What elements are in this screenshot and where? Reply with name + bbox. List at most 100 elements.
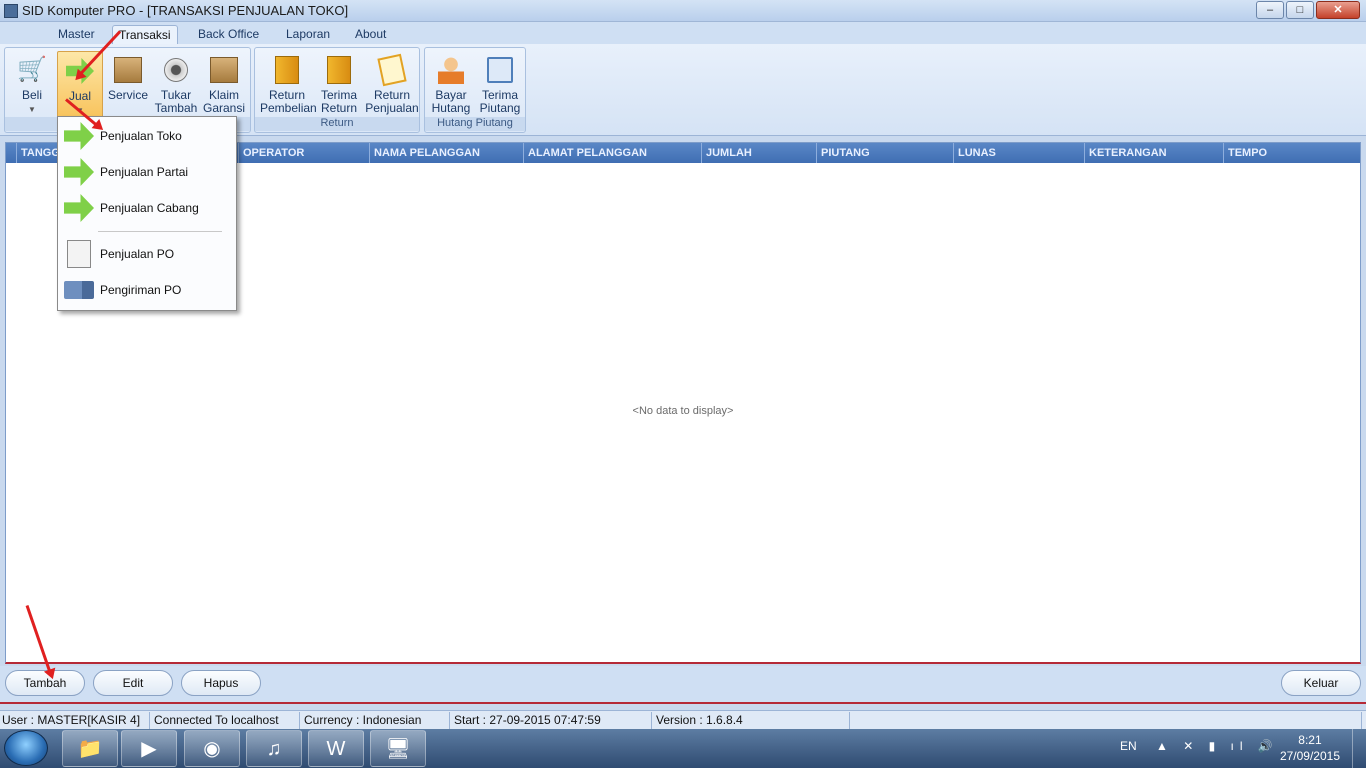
hapus-button[interactable]: Hapus (181, 670, 261, 696)
terima-return-label2: Return (320, 101, 358, 115)
terima-piutang-label2: Piutang (479, 101, 521, 115)
status-empty (852, 712, 1362, 729)
tukar-tambah-button[interactable]: Tukar Tambah (153, 51, 199, 119)
cart-icon: 🛒 (17, 56, 47, 83)
truck-icon (64, 281, 94, 299)
beli-label: Beli (21, 88, 42, 102)
menu-penjualan-toko[interactable]: Penjualan Toko (60, 119, 234, 153)
computer-icon[interactable]: 🖥 (370, 730, 426, 767)
media-player-icon[interactable]: ▶ (121, 730, 177, 767)
ribbon-group-return: Return Pembelian Terima Return Return Pe… (254, 47, 420, 133)
menu-pengiriman-po-label: Pengiriman PO (100, 283, 182, 297)
ribbon-group-label-return: Return (255, 117, 419, 131)
column-operator[interactable]: OPERATOR (238, 143, 369, 163)
klaim-garansi-button[interactable]: Klaim Garansi (201, 51, 247, 119)
status-version: Version : 1.6.8.4 (654, 712, 850, 729)
service-label: Service (107, 88, 148, 102)
beli-button[interactable]: 🛒 Beli ▼ (9, 51, 55, 119)
clock-time: 8:21 (1298, 733, 1322, 747)
menu-penjualan-cabang-label: Penjualan Cabang (100, 201, 199, 215)
app-icon (4, 4, 18, 18)
column-jumlah[interactable]: JUMLAH (701, 143, 816, 163)
service-button[interactable]: Service (105, 51, 151, 119)
title-bar: SID Komputer PRO - [TRANSAKSI PENJUALAN … (0, 0, 1366, 22)
itunes-icon[interactable]: ♫ (246, 730, 302, 767)
menu-penjualan-toko-label: Penjualan Toko (100, 129, 182, 143)
webcam-icon (164, 58, 188, 82)
jual-dropdown-menu: Penjualan Toko Penjualan Partai Penjuala… (57, 116, 237, 311)
window-title: SID Komputer PRO - [TRANSAKSI PENJUALAN … (22, 3, 349, 18)
person-speech-icon (438, 56, 464, 84)
status-start: Start : 27-09-2015 07:47:59 (452, 712, 652, 729)
ribbon-group-hutang-piutang: Bayar Hutang Terima Piutang Hutang Piuta… (424, 47, 526, 133)
return-penjualan-label1: Return (373, 88, 411, 102)
green-arrow-icon (64, 158, 94, 186)
column-nama-pelanggan[interactable]: NAMA PELANGGAN (369, 143, 523, 163)
jual-label: Jual (68, 89, 91, 103)
maximize-button[interactable]: □ (1286, 1, 1314, 19)
language-indicator[interactable]: EN (1120, 739, 1137, 753)
ribbon-group-label-hutang: Hutang Piutang (425, 117, 525, 131)
status-bar: User : MASTER[KASIR 4] Connected To loca… (0, 710, 1366, 729)
firefox-icon[interactable]: ◉ (184, 730, 240, 767)
tray-icons[interactable]: ▲ ✕ ▮ ıl 🔊 (1156, 739, 1279, 753)
clock-date: 27/09/2015 (1279, 749, 1340, 763)
tab-transaksi[interactable]: Transaksi (112, 25, 178, 44)
folder-icon[interactable]: 📁 (62, 730, 118, 767)
tab-laporan[interactable]: Laporan (280, 25, 336, 44)
taskbar: 📁 ▶ ◉ ♫ W 🖥 EN ▲ ✕ ▮ ıl 🔊 8:21 27/09/201… (0, 729, 1366, 768)
clock[interactable]: 8:21 27/09/2015 (1280, 732, 1340, 764)
menu-penjualan-partai[interactable]: Penjualan Partai (60, 155, 234, 189)
status-user: User : MASTER[KASIR 4] (0, 712, 150, 729)
menu-separator (98, 231, 222, 232)
action-bar: Tambah Edit Hapus Keluar (0, 666, 1366, 704)
bayar-hutang-label1: Bayar (435, 88, 467, 102)
menu-penjualan-cabang[interactable]: Penjualan Cabang (60, 191, 234, 225)
status-currency: Currency : Indonesian (302, 712, 450, 729)
return-pembelian-label1: Return (268, 88, 306, 102)
green-arrow-icon (64, 194, 94, 222)
box-icon (114, 57, 142, 83)
empty-message: <No data to display> (632, 405, 734, 417)
system-tray: EN ▲ ✕ ▮ ıl 🔊 8:21 27/09/2015 (1116, 729, 1366, 768)
document-pencil-icon (67, 240, 91, 268)
tab-back-office[interactable]: Back Office (192, 25, 265, 44)
tambah-label: Tambah (154, 101, 198, 115)
menu-penjualan-partai-label: Penjualan Partai (100, 165, 189, 179)
tukar-label: Tukar (160, 88, 192, 102)
clipboard-icon (377, 53, 407, 87)
green-arrow-icon (64, 122, 94, 150)
bayar-hutang-label2: Hutang (431, 101, 471, 115)
box-icon (210, 57, 238, 83)
menu-pengiriman-po[interactable]: Pengiriman PO (60, 273, 234, 307)
return-pembelian-label2: Pembelian (260, 101, 317, 115)
menu-penjualan-po-label: Penjualan PO (100, 247, 175, 261)
word-icon[interactable]: W (308, 730, 364, 767)
column-keterangan[interactable]: KETERANGAN (1084, 143, 1223, 163)
menu-penjualan-po[interactable]: Penjualan PO (60, 237, 234, 271)
terima-return-label1: Terima (320, 88, 357, 102)
keluar-button[interactable]: Keluar (1281, 670, 1361, 696)
column-piutang[interactable]: PIUTANG (816, 143, 953, 163)
close-button[interactable]: ✕ (1316, 1, 1360, 19)
bayar-hutang-button[interactable]: Bayar Hutang (428, 51, 474, 119)
column-lunas[interactable]: LUNAS (953, 143, 1084, 163)
return-penjualan-button[interactable]: Return Penjualan (365, 51, 419, 119)
minimize-button[interactable]: – (1256, 1, 1284, 19)
window-controls: – □ ✕ (1256, 1, 1360, 19)
return-pembelian-button[interactable]: Return Pembelian (260, 51, 317, 119)
show-desktop-button[interactable] (1352, 729, 1366, 768)
terima-piutang-button[interactable]: Terima Piutang (477, 51, 523, 119)
door-person-icon (275, 56, 299, 84)
edit-button[interactable]: Edit (93, 670, 173, 696)
tab-about[interactable]: About (349, 25, 392, 44)
column-tempo[interactable]: TEMPO (1223, 143, 1360, 163)
tab-master[interactable]: Master (52, 25, 101, 44)
ribbon-tabs: Master Transaksi Back Office Laporan Abo… (0, 22, 1366, 44)
start-button[interactable] (4, 730, 48, 766)
door-icon (327, 56, 351, 84)
terima-return-button[interactable]: Terima Return (315, 51, 363, 119)
terima-piutang-label1: Terima (481, 88, 518, 102)
column-alamat-pelanggan[interactable]: ALAMAT PELANGGAN (523, 143, 701, 163)
status-connection: Connected To localhost (152, 712, 300, 729)
